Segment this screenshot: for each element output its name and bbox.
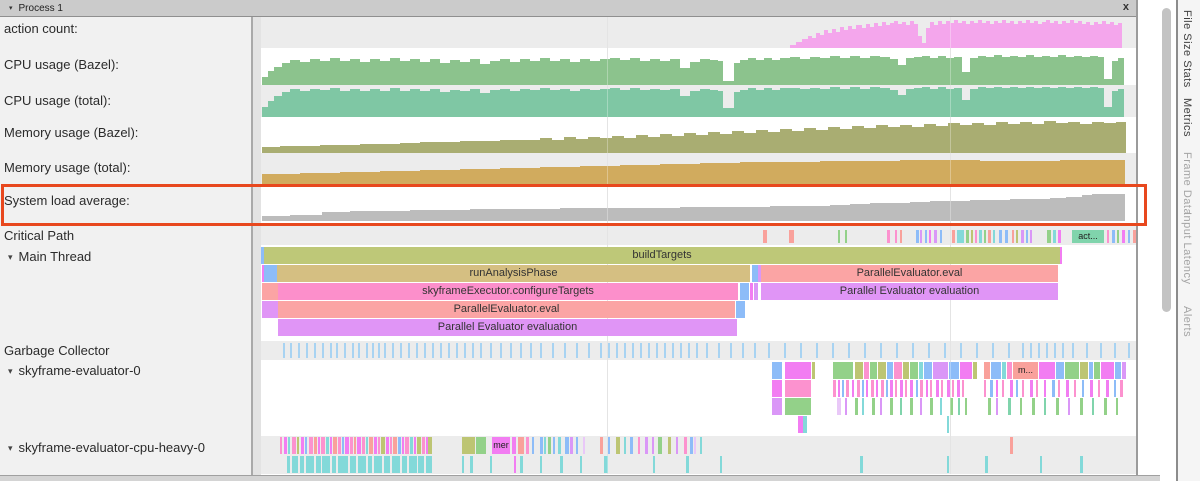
tab-alerts[interactable]: Alerts	[1181, 306, 1193, 337]
label-chart-divider[interactable]	[251, 17, 253, 475]
row-band-critical-path	[253, 226, 1138, 245]
track-label-text-mem-bazel: Memory usage (Bazel):	[4, 125, 138, 140]
trace-viewer: ▾ Process 1 x act... buildTargetsrunAnaly…	[0, 0, 1200, 481]
tab-frame-data[interactable]: Frame Data	[1181, 152, 1193, 215]
track-label-text-critical-path: Critical Path	[4, 228, 74, 243]
row-band-cpu-bazel	[253, 48, 1138, 85]
track-label-mem-bazel: Memory usage (Bazel):	[4, 125, 138, 140]
vertical-scrollbar-thumb[interactable]	[1162, 8, 1171, 312]
row-band-action-count	[253, 17, 1138, 48]
row-band-cpu-total	[253, 85, 1138, 117]
track-label-action-count: action count:	[4, 21, 78, 36]
track-label-text-cpu-bazel: CPU usage (Bazel):	[4, 57, 119, 72]
track-label-text-garbage-collector: Garbage Collector	[4, 343, 110, 358]
trace-slice-buildtargets[interactable]: buildTargets	[264, 247, 1060, 264]
row-band-garbage-collector	[253, 341, 1138, 360]
track-label-main-thread[interactable]: ▾ Main Thread	[8, 249, 91, 264]
horizontal-scrollbar[interactable]	[0, 475, 1160, 481]
track-label-text-main-thread: Main Thread	[19, 249, 92, 264]
tab-file-size-stats[interactable]: File Size Stats	[1181, 10, 1193, 88]
track-label-text-mem-total: Memory usage (total):	[4, 160, 130, 175]
collapse-arrow-icon[interactable]: ▾	[9, 4, 13, 12]
trace-slice-parallelevaluator-eval[interactable]: ParallelEvaluator.eval	[278, 301, 735, 318]
trace-badge-act[interactable]: act...	[1072, 230, 1104, 243]
process-header[interactable]: ▾ Process 1 x	[0, 0, 1136, 17]
track-label-cpu-total: CPU usage (total):	[4, 93, 111, 108]
trace-badge-mer[interactable]: mer	[492, 437, 510, 454]
tab-input-latency[interactable]: Input Latency	[1181, 212, 1193, 285]
trace-slice-parallel-evaluator-evaluation[interactable]: Parallel Evaluator evaluation	[761, 283, 1058, 300]
expand-arrow-icon[interactable]: ▾	[8, 443, 13, 454]
row-band-mem-total	[253, 153, 1138, 185]
process-title: Process 1	[19, 3, 63, 14]
row-band-mem-bazel	[253, 117, 1138, 153]
highlight-rectangle	[1, 184, 1147, 226]
trace-slice-parallel-evaluator-evaluation[interactable]: Parallel Evaluator evaluation	[278, 319, 737, 336]
track-label-skyframe-evaluator-0[interactable]: ▾ skyframe-evaluator-0	[8, 363, 141, 378]
trace-slice-parallelevaluator-eval[interactable]: ParallelEvaluator.eval	[761, 265, 1058, 282]
track-label-text-action-count: action count:	[4, 21, 78, 36]
track-label-garbage-collector: Garbage Collector	[4, 343, 110, 358]
trace-slice-runanalysisphase[interactable]: runAnalysisPhase	[277, 265, 750, 282]
trace-badge-m[interactable]: m...	[1013, 362, 1038, 379]
timeline-start-gutter	[253, 17, 261, 475]
tab-metrics[interactable]: Metrics	[1181, 98, 1193, 137]
trace-slice-skyframeexecutor-configuretargets[interactable]: skyframeExecutor.configureTargets	[278, 283, 738, 300]
track-label-mem-total: Memory usage (total):	[4, 160, 130, 175]
expand-arrow-icon[interactable]: ▾	[8, 252, 13, 263]
expand-arrow-icon[interactable]: ▾	[8, 366, 13, 377]
row-band-skyframe-evaluator-0	[253, 360, 1138, 436]
right-tab-strip: File Size Stats Metrics Frame DataInput La…	[1176, 0, 1200, 481]
track-label-text-cpu-total: CPU usage (total):	[4, 93, 111, 108]
track-label-critical-path: Critical Path	[4, 228, 74, 243]
track-label-text-skyframe-evaluator-cpu-heavy-0: skyframe-evaluator-cpu-heavy-0	[19, 440, 205, 455]
track-label-skyframe-evaluator-cpu-heavy-0[interactable]: ▾ skyframe-evaluator-cpu-heavy-0	[8, 440, 205, 455]
track-label-column	[0, 17, 251, 475]
panel-right-border	[1136, 0, 1138, 475]
track-label-text-skyframe-evaluator-0: skyframe-evaluator-0	[19, 363, 141, 378]
row-band-skyframe-evaluator-cpu-heavy-0	[253, 436, 1138, 474]
close-button[interactable]: x	[1123, 1, 1129, 13]
track-label-cpu-bazel: CPU usage (Bazel):	[4, 57, 119, 72]
